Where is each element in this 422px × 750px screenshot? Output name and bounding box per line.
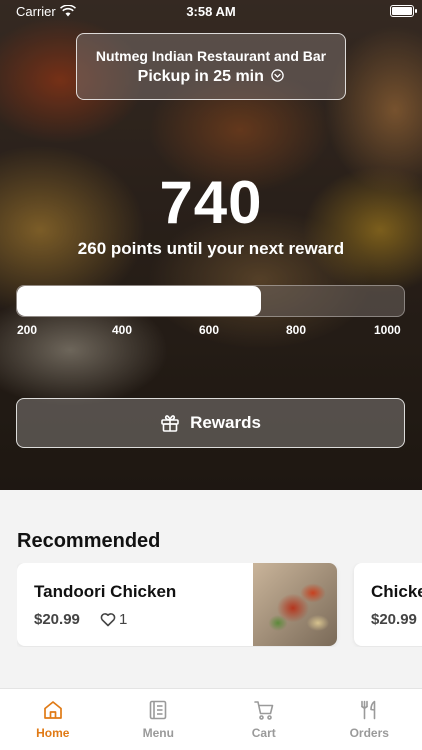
restaurant-name: Nutmeg Indian Restaurant and Bar <box>95 48 327 64</box>
tab-label: Menu <box>142 726 174 740</box>
progress-tick: 1000 <box>374 323 401 337</box>
progress-tick: 400 <box>112 323 133 337</box>
item-name: Tandoori Chicken <box>34 582 177 601</box>
points-caption: 260 points until your next reward <box>77 239 345 258</box>
recommended-title: Recommended <box>17 530 161 552</box>
points-progress-fill <box>17 286 261 316</box>
tab-cart[interactable]: Cart <box>211 689 317 750</box>
chevron-down-circle-icon <box>271 69 285 82</box>
tab-orders[interactable]: Orders <box>317 689 422 750</box>
pickup-time: Pickup in 25 min <box>137 68 264 85</box>
item-likes-count: 1 <box>119 611 128 628</box>
menu-icon <box>149 700 167 720</box>
status-time: 3:58 AM <box>186 4 236 19</box>
item-price: $20.99 <box>34 611 80 628</box>
tab-menu[interactable]: Menu <box>106 689 212 750</box>
tab-home[interactable]: Home <box>0 689 106 750</box>
pickup-time-row: Pickup in 25 min <box>77 68 345 86</box>
points-total: 740 <box>159 169 263 236</box>
recommended-item-card[interactable]: Tandoori Chicken $20.99 1 <box>17 563 337 646</box>
rewards-hero: Carrier 3:58 AM Nutmeg Indian Restaurant… <box>0 0 422 490</box>
tab-label: Cart <box>251 726 276 740</box>
cart-icon <box>253 701 274 720</box>
home-icon <box>43 701 62 719</box>
gift-icon <box>161 415 179 432</box>
status-bar: Carrier 3:58 AM <box>0 0 422 22</box>
battery-icon <box>390 5 417 17</box>
progress-tick: 800 <box>286 323 307 337</box>
item-photo <box>253 563 337 646</box>
item-price: $20.99 <box>371 611 417 628</box>
tab-label: Home <box>36 726 70 740</box>
rewards-button[interactable]: Rewards <box>16 398 405 448</box>
tab-label: Orders <box>349 726 389 740</box>
points-progress-bar <box>16 285 405 317</box>
rewards-button-label: Rewards <box>190 413 261 432</box>
pickup-selector[interactable]: Nutmeg Indian Restaurant and Bar Pickup … <box>76 33 346 100</box>
tab-bar: Home Menu Cart Orders <box>0 688 422 750</box>
recommended-item-card[interactable]: Chicke $20.99 <box>354 563 422 646</box>
item-name: Chicke <box>371 582 422 601</box>
progress-tick: 200 <box>17 323 38 337</box>
utensils-icon <box>361 700 376 720</box>
heart-icon <box>100 613 116 627</box>
progress-tick: 600 <box>199 323 220 337</box>
item-likes[interactable]: 1 <box>100 611 127 628</box>
recommended-carousel[interactable]: Tandoori Chicken $20.99 1 Chicke $20.99 <box>17 563 422 647</box>
